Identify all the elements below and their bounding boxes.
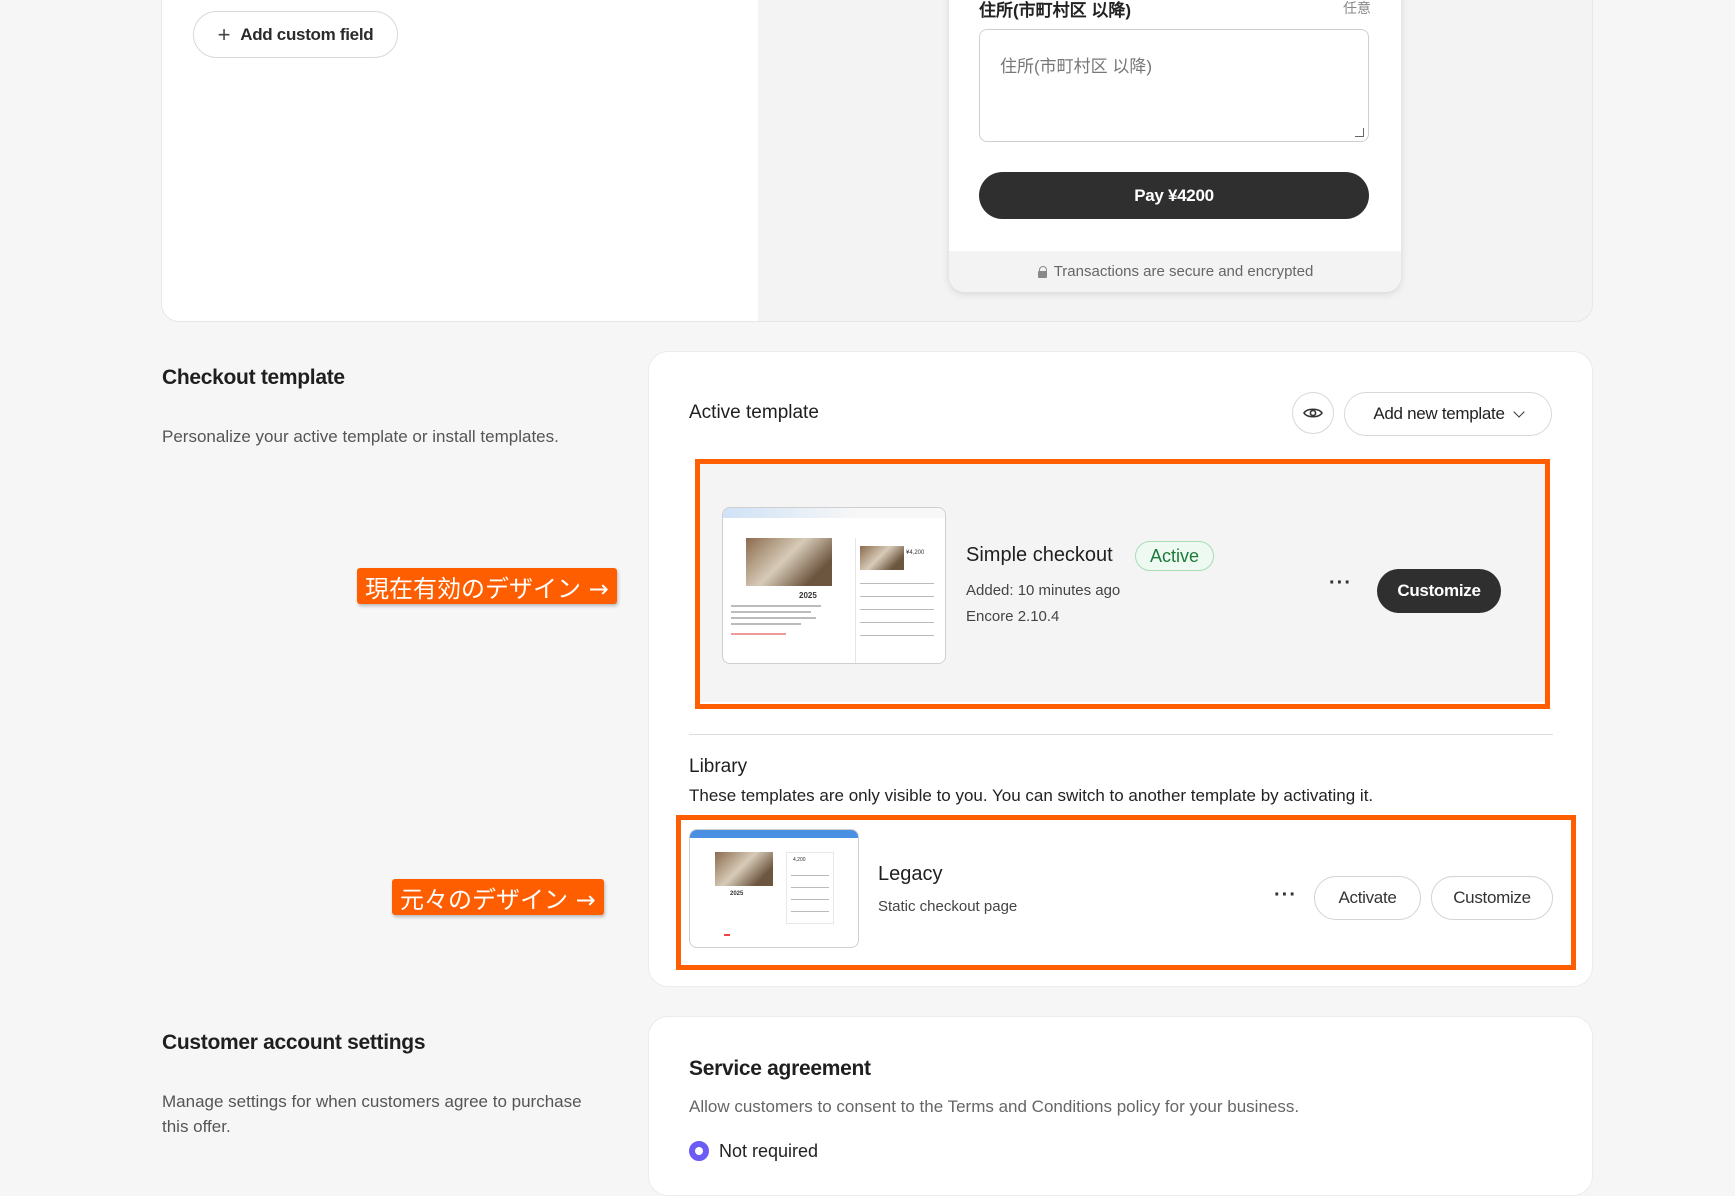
eye-icon bbox=[1303, 408, 1323, 418]
add-new-template-label: Add new template bbox=[1373, 404, 1505, 423]
service-agreement-description: Allow customers to consent to the Terms … bbox=[689, 1097, 1300, 1116]
customer-account-description: Manage settings for when customers agree… bbox=[162, 1092, 582, 1136]
pay-button[interactable]: Pay ¥4200 bbox=[979, 172, 1369, 219]
checkout-preview: 住所(市町村区 以降) 任意 住所(市町村区 以降) Pay ¥4200 Tra… bbox=[949, 0, 1401, 292]
active-template-label: Active template bbox=[689, 402, 819, 423]
address-textarea[interactable]: 住所(市町村区 以降) bbox=[979, 29, 1369, 142]
section-divider bbox=[689, 734, 1553, 735]
address-placeholder: 住所(市町村区 以降) bbox=[1000, 57, 1153, 76]
lock-icon bbox=[1037, 265, 1048, 278]
checkout-template-description: Personalize your active template or inst… bbox=[162, 427, 559, 446]
chevron-down-icon bbox=[1512, 405, 1525, 418]
secure-text: Transactions are secure and encrypted bbox=[1053, 263, 1314, 280]
library-description: These templates are only visible to you.… bbox=[689, 786, 1374, 805]
add-custom-field-label: Add custom field bbox=[240, 24, 374, 44]
not-required-radio[interactable] bbox=[689, 1141, 709, 1161]
service-agreement-title: Service agreement bbox=[689, 1057, 871, 1080]
annotation-original-design: 元々のデザイン → bbox=[392, 879, 604, 915]
highlight-frame-legacy bbox=[676, 815, 1576, 970]
resize-grip-icon[interactable] bbox=[1355, 128, 1364, 137]
highlight-frame-active bbox=[695, 459, 1550, 709]
plus-icon: + bbox=[217, 21, 231, 47]
service-agreement-card: Service agreement Allow customers to con… bbox=[648, 1016, 1593, 1196]
not-required-label[interactable]: Not required bbox=[719, 1141, 818, 1162]
add-custom-field-button[interactable]: + Add custom field bbox=[193, 11, 398, 58]
optional-label: 任意 bbox=[1343, 0, 1371, 16]
preview-button[interactable] bbox=[1292, 392, 1334, 434]
customer-account-title: Customer account settings bbox=[162, 1031, 426, 1054]
add-new-template-button[interactable]: Add new template bbox=[1344, 392, 1552, 436]
checkout-template-title: Checkout template bbox=[162, 366, 345, 389]
annotation-current-design: 現在有効のデザイン → bbox=[357, 568, 617, 604]
secure-notice: Transactions are secure and encrypted bbox=[949, 251, 1401, 292]
library-title: Library bbox=[689, 756, 748, 777]
address-label: 住所(市町村区 以降) bbox=[979, 1, 1132, 20]
